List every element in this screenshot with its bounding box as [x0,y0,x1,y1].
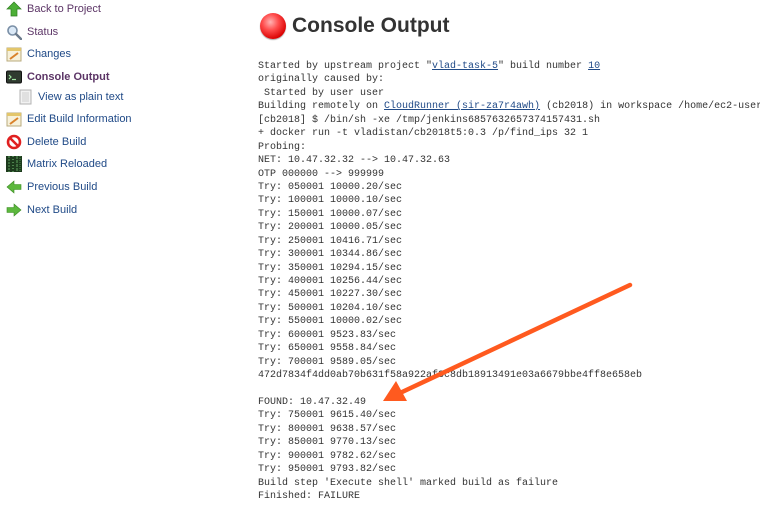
sidebar-item-label: Delete Build [27,136,87,148]
console-line: Try: 900001 9782.62/sec [258,450,397,462]
console-line: Try: 550001 10000.02/sec [258,316,403,328]
console-line: Try: 250001 10416.71/sec [258,235,403,247]
sidebar-item-status[interactable]: Status [6,23,58,41]
notepad-edit-icon [6,111,22,127]
console-line: originally caused by: [258,74,385,86]
console-line: Try: 850001 9770.13/sec [258,437,397,449]
console-line: OTP 000000 --> 999999 [258,168,385,180]
console-line: Started by user user [258,87,385,99]
sidebar-item-label: Console Output [27,71,110,83]
notepad-icon [6,46,22,62]
console-line: NET: 10.47.32.32 --> 10.47.32.63 [258,155,451,167]
console-line: Try: 200001 10000.05/sec [258,222,403,234]
main-panel: Console Output Started by upstream proje… [258,0,760,518]
matrix-icon [6,156,22,172]
console-line: Try: 300001 10344.86/sec [258,249,403,261]
build-number-link[interactable]: 10 [588,61,600,72]
console-line: Building remotely on CloudRunner (sir-za… [258,101,760,113]
terminal-icon [6,69,22,85]
page-title: Console Output [260,13,449,39]
sidebar-item-matrix-reloaded[interactable]: Matrix Reloaded [6,155,107,173]
sidebar-item-delete-build[interactable]: Delete Build [6,133,86,151]
console-line-finished: Finished: FAILURE [258,491,361,502]
console-line: + docker run -t vladistan/cb2018t5:0.3 /… [258,128,589,140]
sidebar-item-label: Changes [27,48,72,60]
console-line-hash: 472d7834f4dd0ab70b631f58a922af3c8db18913… [258,370,643,382]
console-line: Build step 'Execute shell' marked build … [258,477,559,489]
console-line: Try: 600001 9523.83/sec [258,329,397,341]
page-title-text: Console Output [292,14,450,37]
node-link[interactable]: CloudRunner (sir-za7r4awh) [384,101,540,112]
magnifier-icon [6,24,23,41]
console-line: Try: 650001 9558.84/sec [258,343,397,355]
console-line: Try: 400001 10256.44/sec [258,276,403,287]
console-line: Try: 450001 10227.30/sec [258,289,403,301]
console-line: Try: 350001 10294.15/sec [258,262,403,274]
sidebar-item-view-as-plain-text[interactable]: View as plain text [17,88,123,106]
sidebar-item-console-output[interactable]: Console Output [6,68,110,86]
sidebar-item-label: Previous Build [27,181,98,193]
console-line: Try: 700001 9589.05/sec [258,356,397,368]
sidebar-item-label: Edit Build Information [27,113,132,125]
console-line-found: FOUND: 10.47.32.49 [258,396,367,408]
left-arrow-icon [6,179,22,195]
sidebar-item-label: Back to Project [27,3,101,15]
sidebar-item-back-to-project[interactable]: Back to Project [6,0,101,18]
right-arrow-icon [6,202,22,218]
sidebar-item-label: View as plain text [38,91,124,103]
up-arrow-icon [6,1,22,17]
sidebar-item-previous-build[interactable]: Previous Build [6,178,97,196]
console-line: Probing: [258,141,307,153]
sidebar-item-changes[interactable]: Changes [6,45,71,63]
console-line: Try: 800001 9638.57/sec [258,423,397,435]
console-line: Started by upstream project "vlad-task-5… [258,61,601,72]
document-icon [17,89,33,105]
sidebar-item-label: Matrix Reloaded [27,158,108,170]
console-line: Try: 150001 10000.07/sec [258,208,403,220]
console-line: Try: 100001 10000.10/sec [258,195,403,207]
console-line: Try: 500001 10204.10/sec [258,302,403,314]
console-line: Try: 750001 9615.40/sec [258,410,397,422]
console-line: Try: 950001 9793.82/sec [258,464,397,476]
sidebar-item-label: Status [27,26,59,38]
console-line: [cb2018] $ /bin/sh -xe /tmp/jenkins68576… [258,114,601,126]
console-line: Try: 050001 10000.20/sec [258,181,403,193]
sidebar-item-edit-build-information[interactable]: Edit Build Information [6,110,132,128]
console-output: Started by upstream project "vlad-task-5… [258,60,760,503]
no-entry-icon [6,134,22,150]
sidebar-item-next-build[interactable]: Next Build [6,201,77,219]
upstream-project-link[interactable]: vlad-task-5 [432,61,498,72]
status-ball-red-icon [260,13,286,39]
sidebar-item-label: Next Build [27,204,78,216]
